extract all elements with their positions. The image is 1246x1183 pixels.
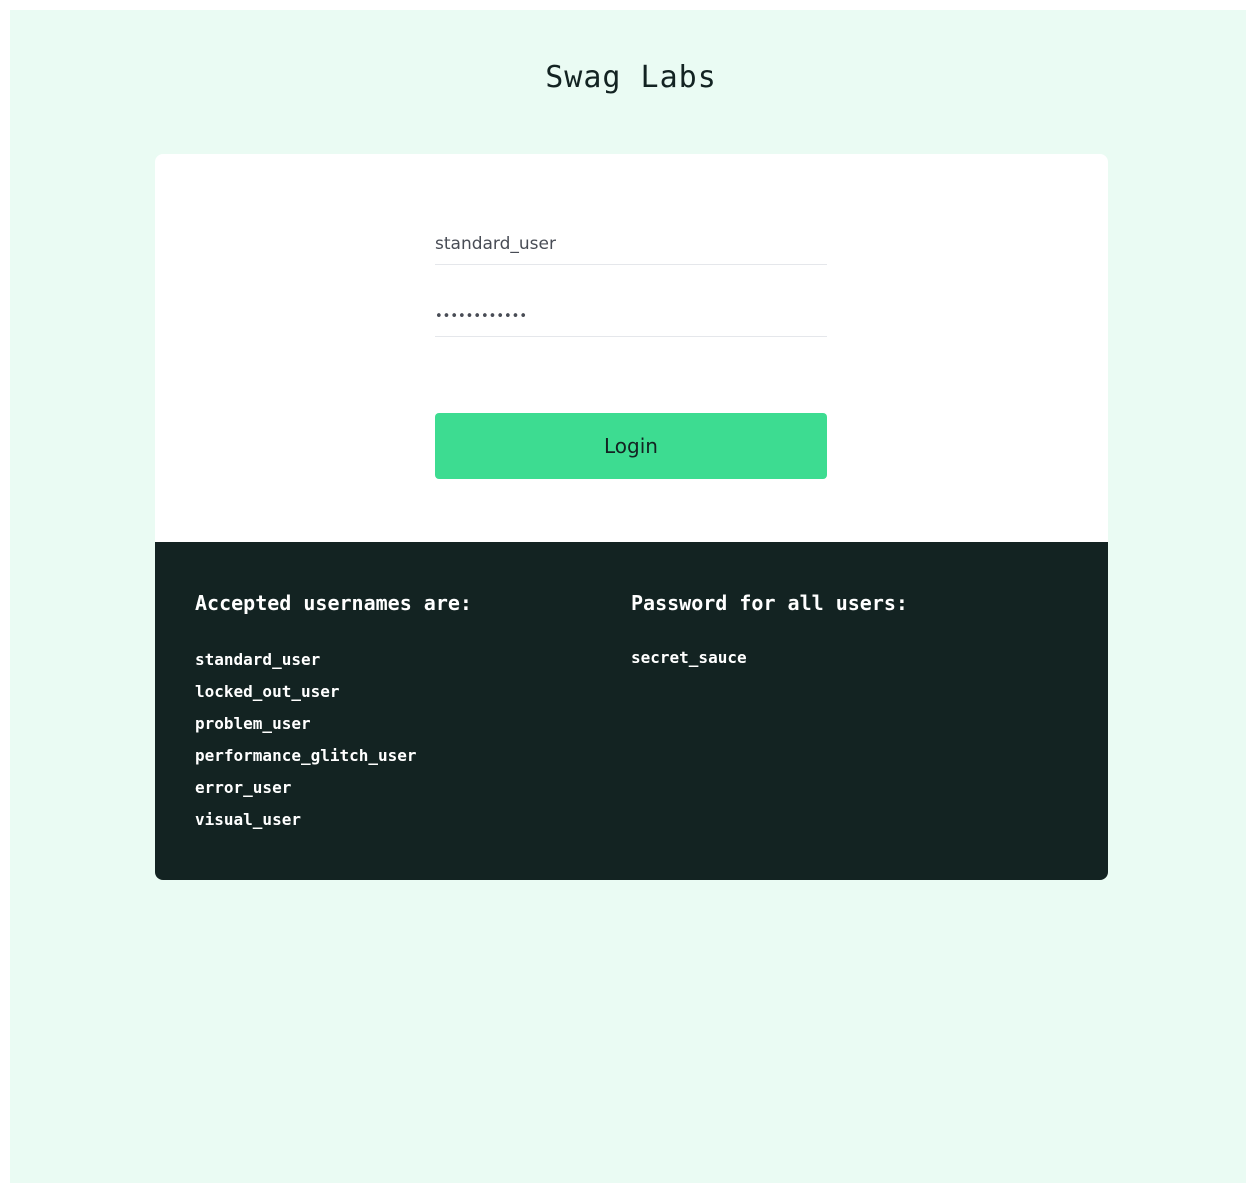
- username-input[interactable]: [435, 224, 827, 265]
- username-item: locked_out_user: [195, 682, 340, 701]
- password-input[interactable]: [435, 296, 827, 337]
- usernames-heading: Accepted usernames are:: [195, 591, 472, 615]
- usernames-column: Accepted usernames are: standard_user lo…: [195, 590, 472, 836]
- page-background: Swag Labs Login Accepted usernames are: …: [10, 10, 1246, 1183]
- password-column: Password for all users: secret_sauce: [631, 590, 908, 674]
- credentials-panel: Accepted usernames are: standard_user lo…: [155, 542, 1108, 880]
- username-item: performance_glitch_user: [195, 746, 417, 765]
- username-item: problem_user: [195, 714, 311, 733]
- username-item: standard_user: [195, 650, 321, 669]
- username-item: error_user: [195, 778, 292, 797]
- shared-password: secret_sauce: [631, 648, 747, 667]
- password-heading: Password for all users:: [631, 591, 908, 615]
- login-button[interactable]: Login: [435, 413, 827, 479]
- username-item: visual_user: [195, 810, 301, 829]
- login-card: Login: [155, 154, 1108, 542]
- app-title: Swag Labs: [545, 60, 717, 95]
- usernames-list: standard_user locked_out_user problem_us…: [195, 644, 472, 836]
